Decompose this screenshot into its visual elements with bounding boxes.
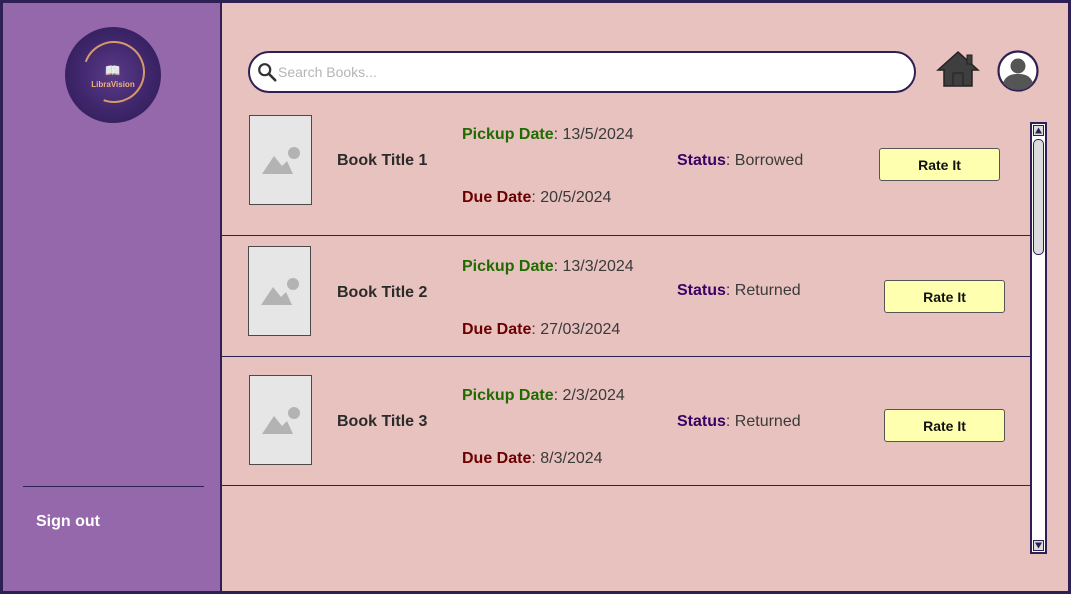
search-icon bbox=[258, 63, 277, 82]
separator: : bbox=[531, 189, 541, 206]
due-date: Due Date: 20/5/2024 bbox=[462, 189, 611, 207]
separator: : bbox=[531, 321, 541, 338]
image-placeholder-icon bbox=[262, 407, 300, 434]
scroll-up-arrow[interactable] bbox=[1033, 125, 1044, 136]
sidebar: 📖 LibraVision Sign out bbox=[3, 3, 222, 591]
status: Status: Returned bbox=[677, 413, 801, 431]
pickup-date-value: 2/3/2024 bbox=[562, 387, 625, 404]
book-title: Book Title 3 bbox=[337, 413, 428, 430]
search-input[interactable] bbox=[278, 57, 914, 87]
status: Status: Returned bbox=[677, 282, 801, 300]
status-value: Borrowed bbox=[734, 152, 804, 169]
status-label: Status bbox=[677, 282, 726, 299]
due-date-label: Due Date bbox=[462, 450, 532, 467]
due-date-value: 8/3/2024 bbox=[540, 450, 603, 467]
rate-it-button[interactable]: Rate It bbox=[884, 409, 1005, 442]
image-placeholder-icon bbox=[261, 278, 299, 305]
due-date-value: 20/5/2024 bbox=[540, 189, 612, 206]
logo-ring bbox=[72, 30, 156, 114]
scroll-down-arrow[interactable] bbox=[1033, 540, 1044, 551]
due-date-label: Due Date bbox=[462, 321, 532, 338]
pickup-date: Pickup Date: 2/3/2024 bbox=[462, 387, 625, 405]
vertical-scrollbar[interactable] bbox=[1030, 122, 1047, 554]
status: Status: Borrowed bbox=[677, 152, 803, 170]
book-row: Book Title 3 Pickup Date: 2/3/2024 Due D… bbox=[222, 356, 1032, 486]
book-cover bbox=[249, 115, 312, 205]
status-label: Status bbox=[677, 152, 726, 169]
app-logo: 📖 LibraVision bbox=[65, 27, 161, 123]
status-value: Returned bbox=[734, 413, 801, 430]
sidebar-divider bbox=[23, 486, 204, 487]
pickup-date-label: Pickup Date bbox=[462, 126, 554, 143]
book-title: Book Title 1 bbox=[337, 152, 428, 169]
home-icon[interactable] bbox=[936, 49, 980, 89]
due-date: Due Date: 8/3/2024 bbox=[462, 450, 603, 468]
pickup-date-value: 13/5/2024 bbox=[562, 126, 634, 143]
status-label: Status bbox=[677, 413, 726, 430]
separator: : bbox=[725, 282, 735, 299]
rate-it-button[interactable]: Rate It bbox=[884, 280, 1005, 313]
due-date: Due Date: 27/03/2024 bbox=[462, 321, 620, 339]
image-placeholder-icon bbox=[262, 147, 300, 174]
pickup-date-value: 13/3/2024 bbox=[562, 258, 634, 275]
status-value: Returned bbox=[734, 282, 801, 299]
search-bar[interactable] bbox=[248, 51, 916, 93]
book-cover bbox=[249, 375, 312, 465]
book-row: Book Title 2 Pickup Date: 13/3/2024 Due … bbox=[222, 227, 1032, 357]
separator: : bbox=[531, 450, 541, 467]
pickup-date-label: Pickup Date bbox=[462, 258, 554, 275]
pickup-date: Pickup Date: 13/3/2024 bbox=[462, 258, 634, 276]
book-cover bbox=[248, 246, 311, 336]
pickup-date: Pickup Date: 13/5/2024 bbox=[462, 126, 634, 144]
sign-out-link[interactable]: Sign out bbox=[36, 513, 100, 531]
pickup-date-label: Pickup Date bbox=[462, 387, 554, 404]
separator: : bbox=[725, 152, 735, 169]
due-date-label: Due Date bbox=[462, 189, 532, 206]
book-row: Book Title 1 Pickup Date: 13/5/2024 Due … bbox=[222, 106, 1032, 236]
due-date-value: 27/03/2024 bbox=[540, 321, 621, 338]
book-title: Book Title 2 bbox=[337, 284, 428, 301]
scroll-thumb[interactable] bbox=[1033, 139, 1044, 255]
rate-it-button[interactable]: Rate It bbox=[879, 148, 1000, 181]
user-avatar-icon[interactable] bbox=[997, 50, 1039, 92]
separator: : bbox=[725, 413, 735, 430]
